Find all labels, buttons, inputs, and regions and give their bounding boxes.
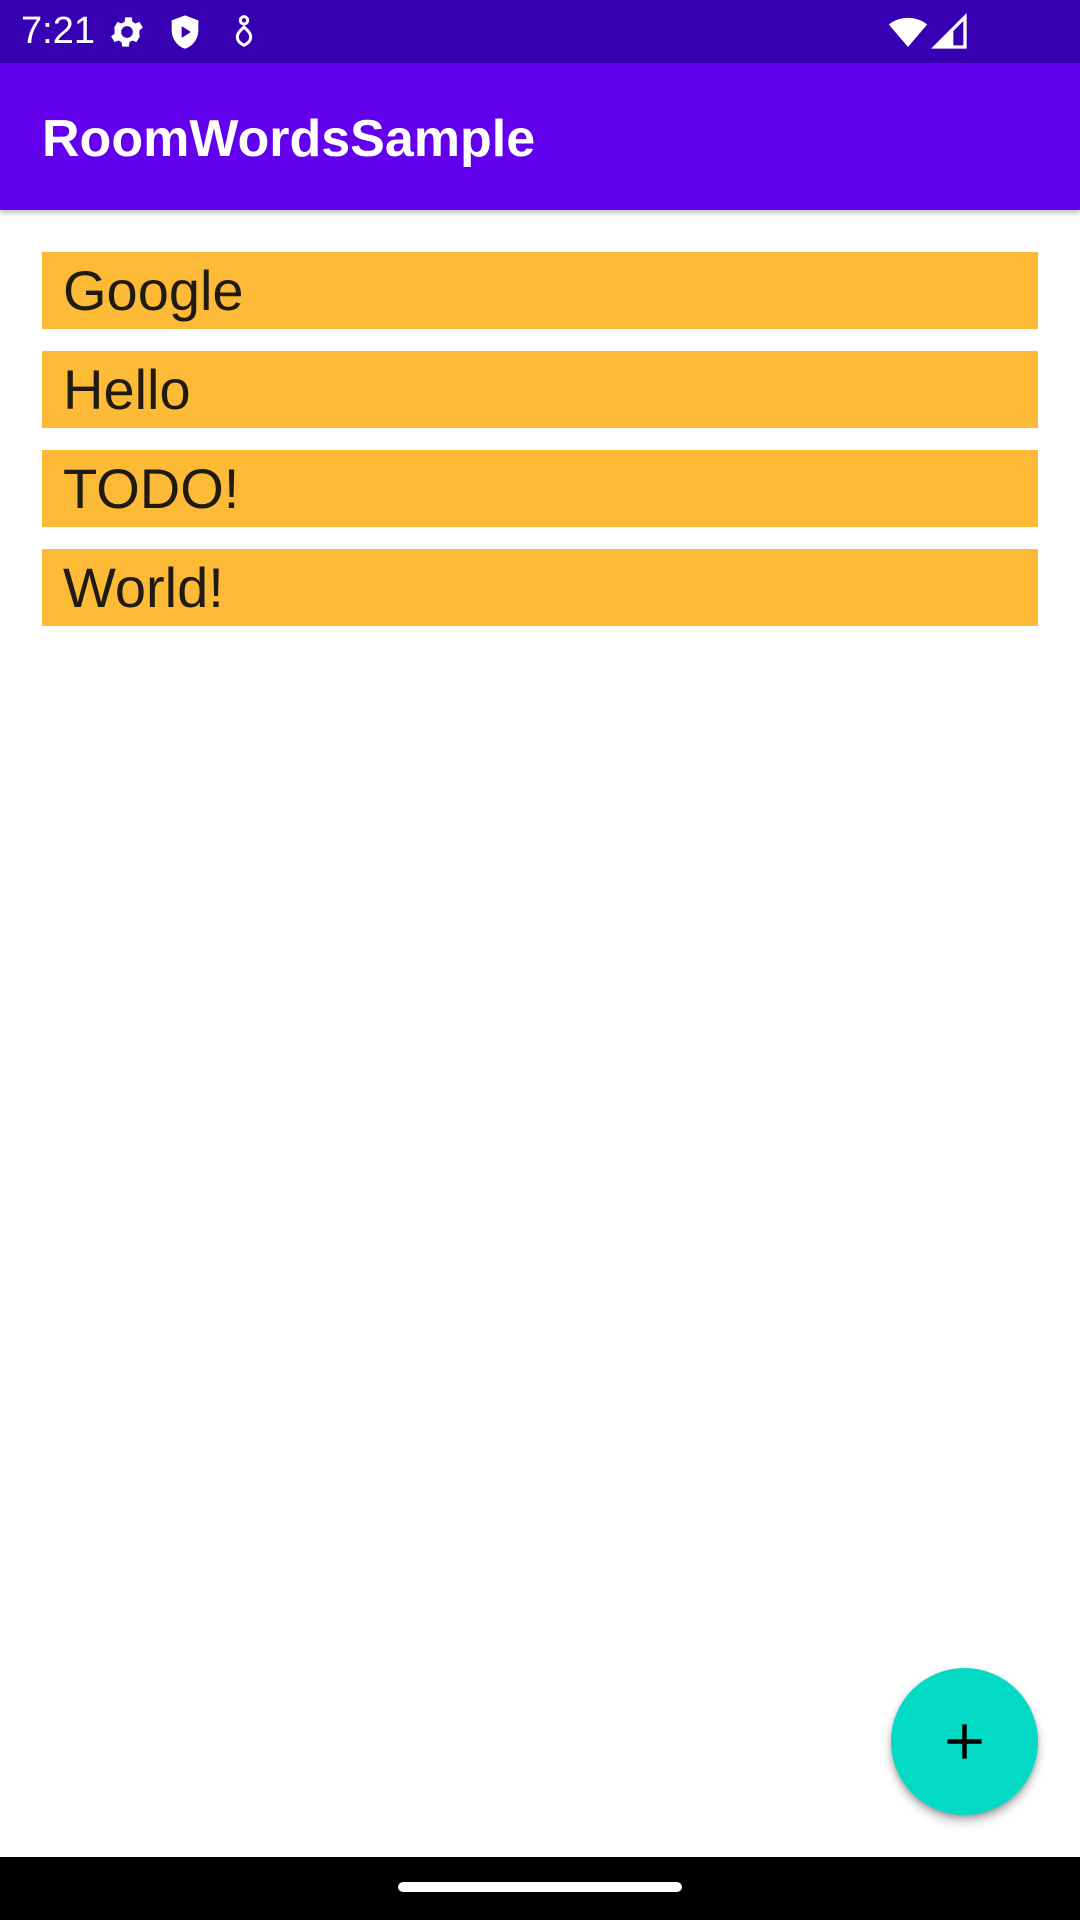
- accessibility-icon: [224, 12, 264, 52]
- app-bar: RoomWordsSample: [0, 63, 1080, 210]
- settings-icon: [107, 12, 147, 52]
- word-text: TODO!: [63, 457, 240, 520]
- app-title: RoomWordsSample: [42, 110, 536, 168]
- add-icon: [944, 1721, 985, 1762]
- word-text: Google: [63, 259, 244, 322]
- status-bar: 7:21: [0, 0, 1080, 63]
- word-list: Google Hello TODO! World!: [42, 252, 1038, 648]
- cellular-signal-icon: [930, 12, 970, 52]
- word-list-item[interactable]: Google: [42, 252, 1038, 329]
- navigation-bar: [0, 1857, 1080, 1920]
- word-text: World!: [63, 556, 224, 619]
- status-time: 7:21: [21, 10, 95, 52]
- add-word-fab-button[interactable]: [891, 1668, 1038, 1815]
- home-indicator[interactable]: [398, 1882, 682, 1892]
- word-list-item[interactable]: World!: [42, 549, 1038, 626]
- shield-play-icon: [165, 12, 205, 52]
- word-text: Hello: [63, 358, 191, 421]
- wifi-icon: [888, 12, 928, 52]
- word-list-item[interactable]: Hello: [42, 351, 1038, 428]
- word-list-item[interactable]: TODO!: [42, 450, 1038, 527]
- app-screen: 7:21 RoomWordsSample Google Hello TODO!: [0, 0, 1080, 1920]
